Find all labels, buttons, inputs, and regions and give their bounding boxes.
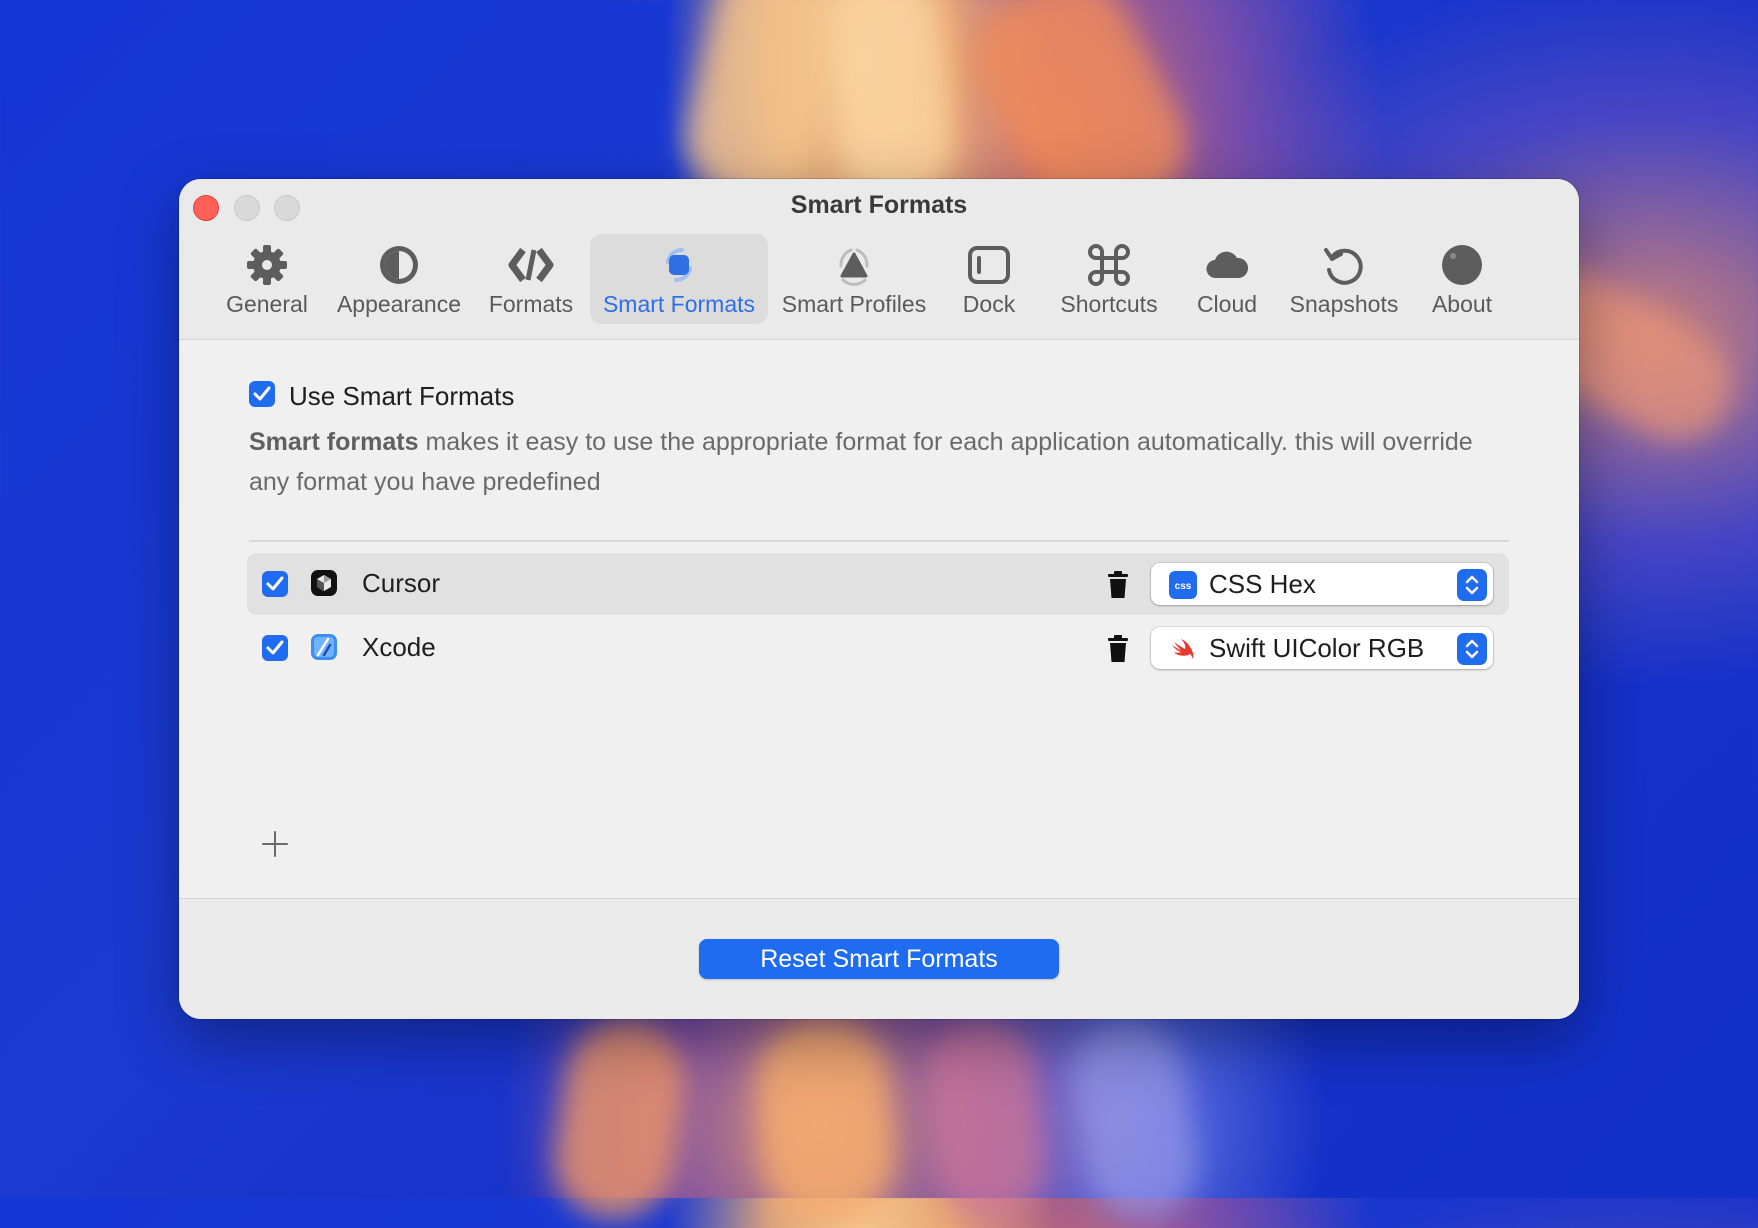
tab-shortcuts[interactable]: Shortcuts [1043, 234, 1175, 324]
wallpaper-streak [823, 0, 957, 206]
smart-formats-icon [666, 247, 692, 283]
tab-general[interactable]: General [215, 234, 319, 324]
wallpaper-streak [919, 1014, 1051, 1226]
use-smart-formats-checkbox[interactable] [249, 381, 275, 407]
app-row[interactable]: Cursor css CSS Hex [247, 553, 1509, 615]
tab-formats[interactable]: Formats [479, 234, 583, 324]
tab-label: Smart Formats [602, 291, 756, 317]
tab-snapshots[interactable]: Snapshots [1279, 234, 1409, 324]
tab-smart-profiles[interactable]: Smart Profiles [773, 234, 935, 324]
format-select-value: Swift UIColor RGB [1209, 633, 1425, 663]
window-title: Smart Formats [790, 191, 968, 219]
cloud-icon [1206, 251, 1249, 279]
formats-icon [508, 247, 554, 283]
reset-smart-formats-button[interactable]: Reset Smart Formats [699, 939, 1059, 979]
tab-label: About [1431, 291, 1493, 317]
tab-smart-formats[interactable]: Smart Formats [590, 234, 768, 324]
app-name: Cursor [362, 568, 441, 598]
tab-about[interactable]: About [1415, 234, 1509, 324]
wallpaper-streak [753, 1015, 897, 1225]
cursor-app-icon [311, 570, 337, 596]
smart-profiles-icon [839, 248, 869, 286]
about-icon [1442, 245, 1482, 285]
trash-icon[interactable] [1105, 570, 1131, 600]
footer: Reset Smart Formats [179, 898, 1579, 1019]
app-row[interactable]: Xcode Swift UIColor RGB [247, 617, 1509, 679]
format-select-value: CSS Hex [1209, 569, 1316, 599]
format-stepper[interactable] [1457, 569, 1487, 601]
chevron-updown-icon [1465, 639, 1479, 659]
description: Smart formats makes it easy to use the a… [249, 422, 1509, 502]
dock-icon [968, 246, 1010, 284]
svg-text:css: css [1175, 581, 1192, 592]
xcode-app-icon [311, 634, 337, 660]
description-bold: Smart formats [249, 428, 419, 456]
app-name: Xcode [362, 632, 436, 662]
snapshots-icon [1324, 248, 1363, 285]
tab-label: Snapshots [1289, 291, 1399, 317]
css-icon: css [1169, 571, 1197, 599]
smart-formats-panel: Use Smart Formats Smart formats makes it… [179, 340, 1579, 898]
divider [249, 540, 1509, 542]
command-icon [1088, 244, 1130, 286]
tab-label: Dock [962, 291, 1016, 317]
tab-label: Cloud [1196, 291, 1258, 317]
swift-icon [1172, 639, 1194, 659]
tab-label: Appearance [336, 291, 462, 317]
use-smart-formats-label: Use Smart Formats [289, 381, 515, 411]
wallpaper-streak [1063, 1011, 1207, 1228]
description-text: makes it easy to use the appropriate for… [249, 428, 1473, 496]
tab-appearance[interactable]: Appearance [331, 234, 467, 324]
tab-dock[interactable]: Dock [942, 234, 1036, 324]
tab-label: Formats [488, 291, 574, 317]
add-app-button[interactable] [261, 830, 289, 858]
wallpaper-streak [546, 1012, 694, 1228]
appearance-icon [380, 246, 418, 284]
app-enabled-checkbox[interactable] [262, 635, 288, 661]
format-select[interactable]: css CSS Hex [1151, 563, 1493, 605]
checkmark-icon [266, 640, 284, 655]
format-select[interactable]: Swift UIColor RGB [1151, 627, 1493, 669]
tab-cloud[interactable]: Cloud [1181, 234, 1273, 324]
gear-icon [247, 245, 287, 285]
toolbar: Smart Formats General Appearance Formats… [179, 179, 1579, 340]
tab-label: Smart Profiles [781, 291, 927, 317]
settings-window: Smart Formats General Appearance Formats… [179, 179, 1579, 1019]
app-enabled-checkbox[interactable] [262, 571, 288, 597]
chevron-updown-icon [1465, 575, 1479, 595]
tab-label: Shortcuts [1060, 291, 1158, 317]
checkmark-icon [253, 386, 271, 401]
trash-icon[interactable] [1105, 634, 1131, 664]
format-stepper[interactable] [1457, 633, 1487, 665]
tab-label: General [226, 291, 308, 317]
checkmark-icon [266, 576, 284, 591]
